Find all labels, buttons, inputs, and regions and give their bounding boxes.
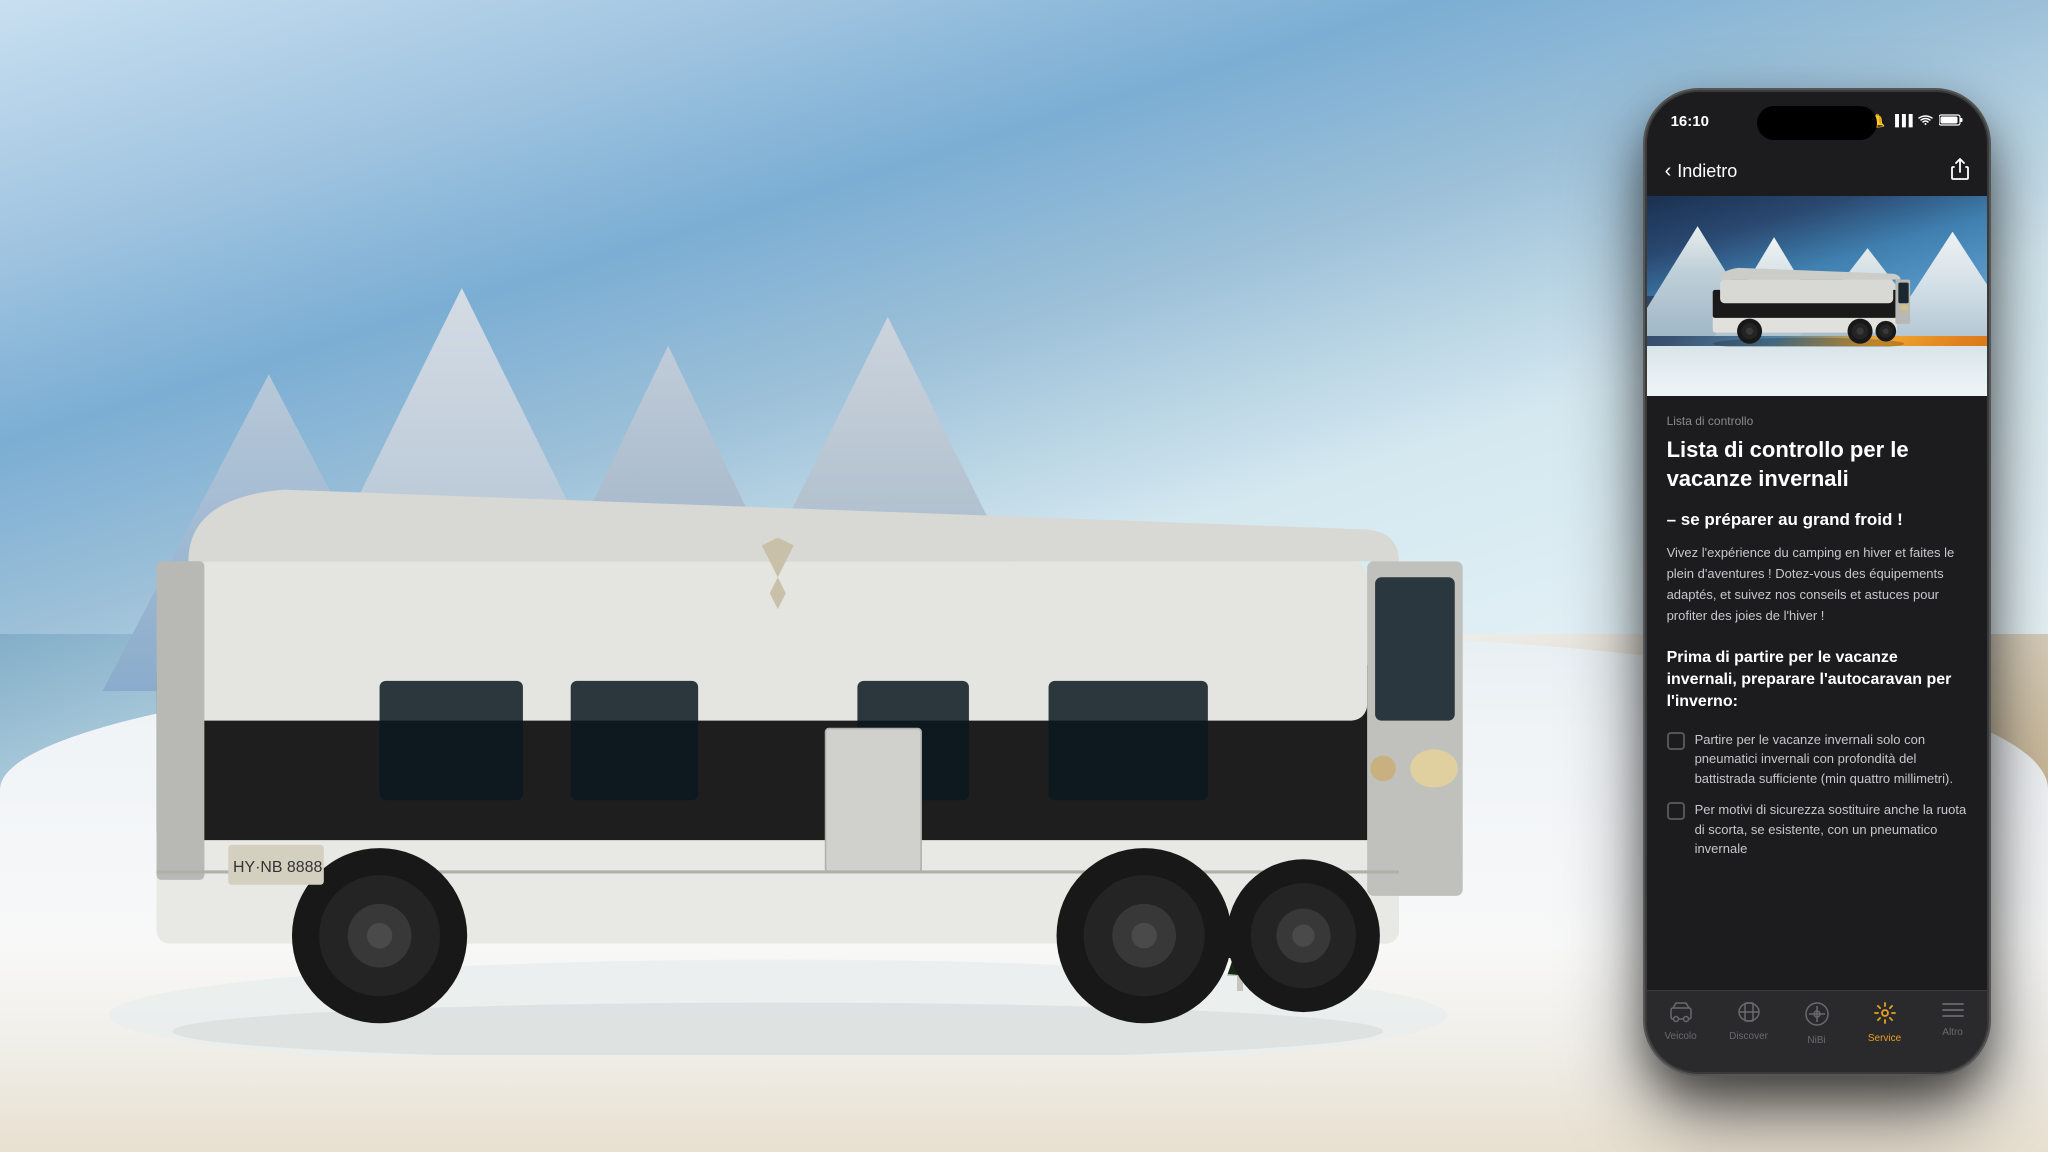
tab-service[interactable]: Service [1855,1001,1915,1044]
veicolo-icon [1669,1001,1693,1027]
nibi-label: NiBi [1807,1035,1825,1046]
checkbox-2[interactable] [1667,802,1685,820]
phone-screen: 16:10 🔔 ▐▐▐ ‹ Indietro [1647,92,1987,1072]
checklist-text-2: Per motivi di sicurezza sostituire anche… [1695,800,1967,859]
content-area[interactable]: Lista di controllo Lista di controllo pe… [1647,396,1987,990]
service-label: Service [1868,1033,1901,1044]
hero-image-bg [1647,196,1987,396]
nav-header: ‹ Indietro [1647,146,1987,196]
rv-svg: HY·NB 8888 [61,418,1495,1055]
phone-mockup: 16:10 🔔 ▐▐▐ ‹ Indietro [1647,92,1987,1072]
hero-snow-ground [1647,346,1987,396]
altro-icon [1941,1001,1965,1023]
signal-icon: ▐▐▐ [1891,115,1911,127]
content-title: Lista di controllo per le vacanze invern… [1667,436,1967,493]
checklist-text-1: Partire per le vacanze invernali solo co… [1695,730,1967,789]
battery-icon [1939,114,1963,129]
hero-rv [1698,259,1919,352]
checklist-item-2: Per motivi di sicurezza sostituire anche… [1667,800,1967,859]
tab-nibi[interactable]: NiBi [1787,1001,1847,1046]
discover-label: Discover [1729,1031,1768,1042]
content-category-label: Lista di controllo [1667,414,1967,428]
altro-label: Altro [1942,1027,1963,1038]
phone-frame: 16:10 🔔 ▐▐▐ ‹ Indietro [1647,92,1987,1072]
status-time: 16:10 [1671,109,1709,130]
nibi-icon [1804,1001,1830,1031]
checklist-item-1: Partire per le vacanze invernali solo co… [1667,730,1967,789]
tab-veicolo[interactable]: Veicolo [1651,1001,1711,1042]
status-icons: 🔔 ▐▐▐ [1869,109,1963,129]
tab-discover[interactable]: Discover [1719,1001,1779,1042]
content-body-text: Vivez l'expérience du camping en hiver e… [1667,543,1967,626]
svg-text:HY·NB 8888: HY·NB 8888 [233,859,322,876]
back-chevron-icon: ‹ [1665,160,1672,183]
tab-bar: Veicolo Discover [1647,990,1987,1072]
checkbox-1[interactable] [1667,732,1685,750]
share-button[interactable] [1951,158,1969,185]
rv-vehicle: HY·NB 8888 [61,418,1495,1060]
wifi-icon [1918,114,1933,129]
share-icon [1951,158,1969,180]
back-label: Indietro [1677,161,1737,182]
content-subtitle: – se préparer au grand froid ! [1667,509,1967,531]
back-button[interactable]: ‹ Indietro [1665,160,1738,183]
service-icon [1873,1001,1897,1029]
content-section-title: Prima di partire per le vacanze invernal… [1667,647,1967,714]
tab-altro[interactable]: Altro [1923,1001,1983,1038]
hero-rv-svg [1698,259,1919,347]
discover-icon [1737,1001,1761,1027]
hero-image [1647,196,1987,396]
veicolo-label: Veicolo [1664,1031,1696,1042]
dynamic-island [1757,106,1877,140]
